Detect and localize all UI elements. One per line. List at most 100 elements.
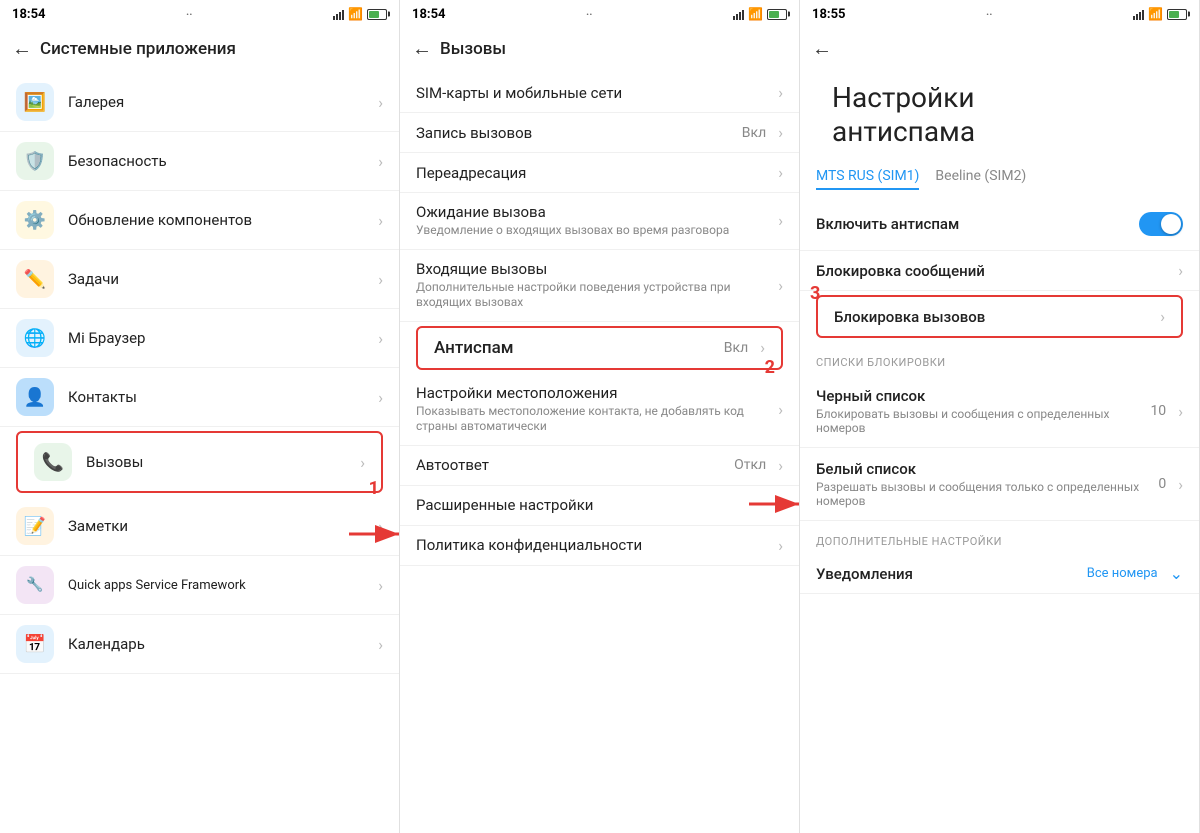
panel-system-apps: 18:54 ·· 📶 ← Системные приложения 🖼️ Гал… xyxy=(0,0,400,833)
back-button-1[interactable]: ← xyxy=(12,36,32,61)
quickapps-icon: 🔧 xyxy=(16,566,54,604)
calendar-icon: 📅 xyxy=(16,625,54,663)
calls-icon: 📞 xyxy=(34,443,72,481)
record-value: Вкл xyxy=(742,125,766,141)
antispam-toggle[interactable] xyxy=(1139,212,1183,236)
waiting-label: Ожидание вызова xyxy=(416,203,770,221)
list-item-block-calls[interactable]: Блокировка вызовов › xyxy=(816,295,1183,338)
security-label: Безопасность xyxy=(68,152,370,170)
notifications-chevron: ⌄ xyxy=(1170,564,1183,583)
gallery-icon: 🖼️ xyxy=(16,83,54,121)
back-button-3[interactable]: ← xyxy=(812,36,832,61)
whitelist-chevron: › xyxy=(1178,475,1183,494)
wifi-icon-2: 📶 xyxy=(748,7,763,21)
updates-label: Обновление компонентов xyxy=(68,211,370,229)
battery-icon-3 xyxy=(1167,9,1187,20)
panel-title-1: Системные приложения xyxy=(40,39,236,59)
antispam-title-block: Настройки антиспама xyxy=(800,73,1199,160)
quickapps-chevron: › xyxy=(378,576,383,595)
contacts-icon: 👤 xyxy=(16,378,54,416)
status-icons-3: 📶 xyxy=(1133,7,1187,21)
contacts-label: Контакты xyxy=(68,388,370,406)
calls-settings-list: SIM-карты и мобильные сети › Запись вызо… xyxy=(400,73,799,833)
tasks-icon: ✏️ xyxy=(16,260,54,298)
signal-icon-3 xyxy=(1133,8,1144,20)
sim-label: SIM-карты и мобильные сети xyxy=(416,84,770,102)
block-calls-chevron: › xyxy=(1160,307,1165,326)
browser-chevron: › xyxy=(378,329,383,348)
wifi-icon-3: 📶 xyxy=(1148,7,1163,21)
sim1-tab[interactable]: MTS RUS (SIM1) xyxy=(816,168,919,190)
notes-chevron: › xyxy=(378,517,383,536)
block-calls-label: Блокировка вызовов xyxy=(834,308,1152,326)
list-item-incoming[interactable]: Входящие вызовы Дополнительные настройки… xyxy=(400,250,799,322)
browser-label: Mi Браузер xyxy=(68,329,370,347)
list-item-contacts[interactable]: 👤 Контакты › xyxy=(0,368,399,427)
list-item-record[interactable]: Запись вызовов Вкл › xyxy=(400,113,799,153)
list-item-forward[interactable]: Переадресация › xyxy=(400,153,799,193)
status-bar-1: 18:54 ·· 📶 xyxy=(0,0,399,28)
list-item-blacklist[interactable]: Черный список Блокировать вызовы и сообщ… xyxy=(800,375,1199,448)
sim-tabs: MTS RUS (SIM1) Beeline (SIM2) xyxy=(800,160,1199,198)
list-item-notifications[interactable]: Уведомления Все номера ⌄ xyxy=(800,554,1199,594)
list-item-notes[interactable]: 📝 Заметки › xyxy=(0,497,399,556)
forward-chevron: › xyxy=(778,163,783,182)
list-item-autoreply[interactable]: Автоответ Откл › xyxy=(400,446,799,486)
battery-icon-1 xyxy=(367,9,387,20)
notifications-label: Уведомления xyxy=(816,565,1087,583)
header-2: ← Вызовы xyxy=(400,28,799,73)
list-item-sim[interactable]: SIM-карты и мобильные сети › xyxy=(400,73,799,113)
security-chevron: › xyxy=(378,152,383,171)
panel-calls: 18:54 ·· 📶 ← Вызовы SIM-карты и мобильны… xyxy=(400,0,800,833)
back-button-2[interactable]: ← xyxy=(412,36,432,61)
block-messages-chevron: › xyxy=(1178,261,1183,280)
annotation-1: 1 xyxy=(369,478,379,499)
notifications-value: Все номера xyxy=(1087,566,1158,581)
signal-icon-2 xyxy=(733,8,744,20)
autoreply-chevron: › xyxy=(778,456,783,475)
list-item-quickapps[interactable]: 🔧 Quick apps Service Framework › xyxy=(0,556,399,615)
list-item-location[interactable]: Настройки местоположения Показывать мест… xyxy=(400,374,799,446)
blacklist-count: 10 xyxy=(1150,403,1166,419)
section-block-lists: СПИСКИ БЛОКИРОВКИ xyxy=(800,342,1199,375)
header-3: ← xyxy=(800,28,1199,73)
status-icons-2: 📶 xyxy=(733,7,787,21)
list-item-waiting[interactable]: Ожидание вызова Уведомление о входящих в… xyxy=(400,193,799,250)
antispam-content: Настройки антиспама MTS RUS (SIM1) Beeli… xyxy=(800,73,1199,833)
status-bar-3: 18:55 ·· 📶 xyxy=(800,0,1199,28)
sim2-tab[interactable]: Beeline (SIM2) xyxy=(935,168,1026,190)
antispam-chevron: › xyxy=(760,338,765,357)
list-item-browser[interactable]: 🌐 Mi Браузер › xyxy=(0,309,399,368)
list-item-security[interactable]: 🛡️ Безопасность › xyxy=(0,132,399,191)
list-item-calendar[interactable]: 📅 Календарь › xyxy=(0,615,399,674)
incoming-label: Входящие вызовы xyxy=(416,260,770,278)
list-item-block-messages[interactable]: Блокировка сообщений › xyxy=(800,251,1199,291)
list-item-gallery[interactable]: 🖼️ Галерея › xyxy=(0,73,399,132)
list-item-advanced[interactable]: Расширенные настройки › xyxy=(400,486,799,526)
list-item-privacy[interactable]: Политика конфиденциальности › xyxy=(400,526,799,566)
blacklist-sublabel: Блокировать вызовы и сообщения с определ… xyxy=(816,407,1150,435)
list-item-whitelist[interactable]: Белый список Разрешать вызовы и сообщени… xyxy=(800,448,1199,521)
updates-chevron: › xyxy=(378,211,383,230)
privacy-label: Политика конфиденциальности xyxy=(416,536,770,554)
annotation-2: 2 xyxy=(765,357,775,378)
list-item-antispam[interactable]: Антиспам Вкл › xyxy=(416,326,783,370)
time-2: 18:54 xyxy=(412,7,446,22)
annotation-3: 3 xyxy=(810,283,820,304)
dots-3: ·· xyxy=(986,8,992,21)
calendar-chevron: › xyxy=(378,635,383,654)
security-icon: 🛡️ xyxy=(16,142,54,180)
list-item-updates[interactable]: ⚙️ Обновление компонентов › xyxy=(0,191,399,250)
blacklist-chevron: › xyxy=(1178,402,1183,421)
list-item-tasks[interactable]: ✏️ Задачи › xyxy=(0,250,399,309)
forward-label: Переадресация xyxy=(416,164,770,182)
list-item-calls[interactable]: 📞 Вызовы › xyxy=(16,431,383,493)
incoming-sublabel: Дополнительные настройки поведения устро… xyxy=(416,280,770,311)
calls-chevron: › xyxy=(360,453,365,472)
quickapps-label: Quick apps Service Framework xyxy=(68,578,370,593)
gallery-label: Галерея xyxy=(68,93,370,111)
autoreply-value: Откл xyxy=(734,457,766,473)
signal-icon-1 xyxy=(333,8,344,20)
location-sublabel: Показывать местоположение контакта, не д… xyxy=(416,404,770,435)
enable-antispam-row[interactable]: Включить антиспам xyxy=(800,198,1199,251)
